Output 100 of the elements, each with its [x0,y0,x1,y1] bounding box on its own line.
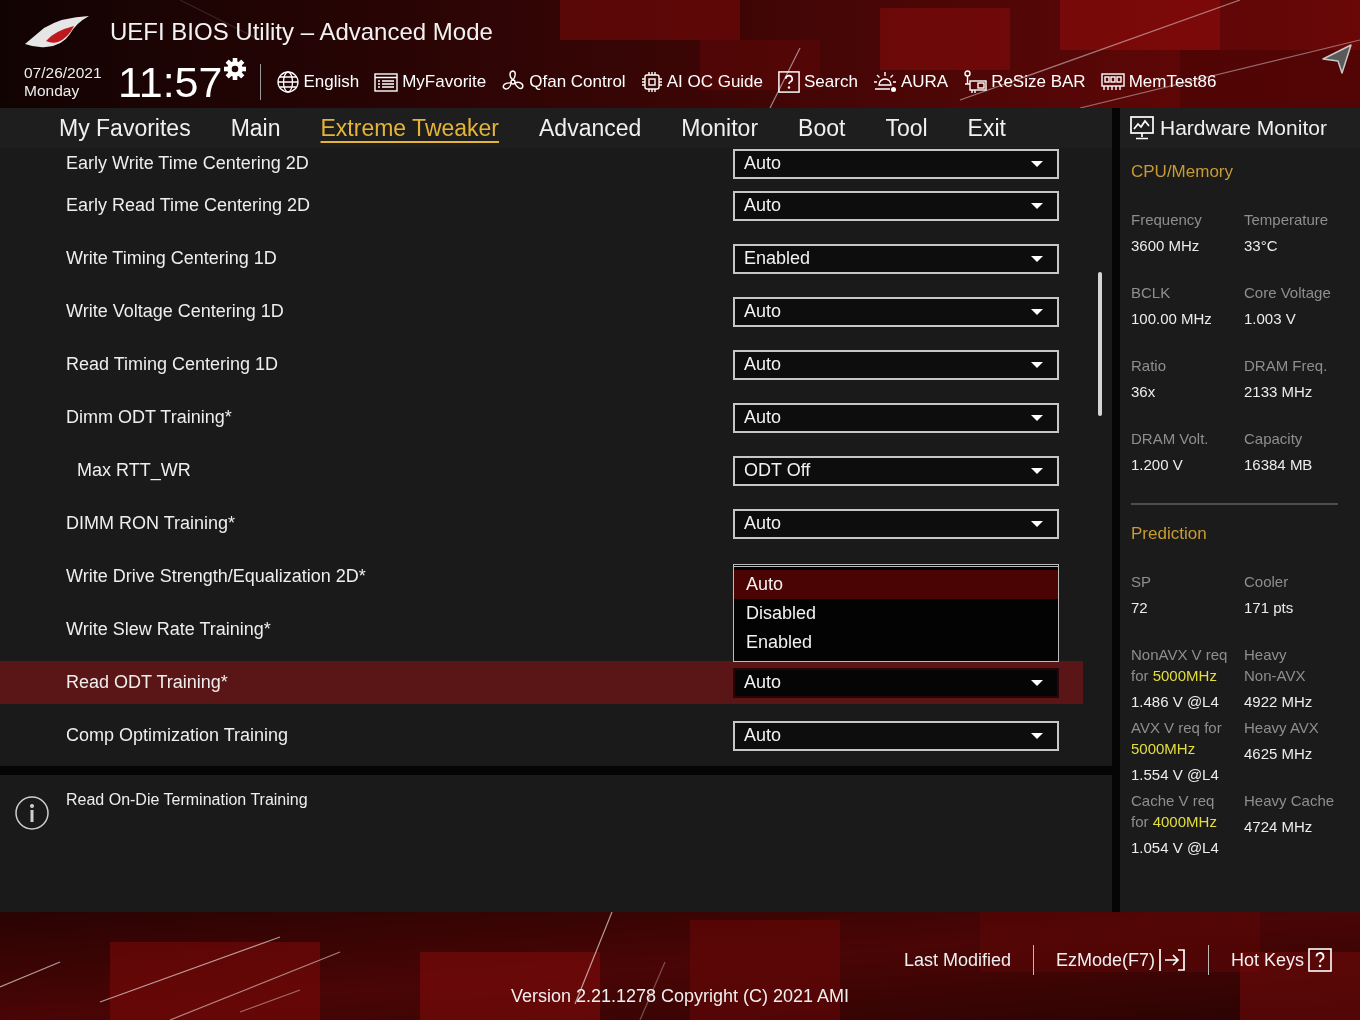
stat-label: Ratio [1131,356,1167,376]
caret-icon [1031,732,1043,739]
weekday-text: Monday [24,82,80,100]
monitor-icon [1130,116,1154,140]
setting-label[interactable]: Write Voltage Centering 1D [66,301,284,322]
setting-label[interactable]: Read Timing Centering 1D [66,354,279,375]
stat-value: 1.003 V [1244,309,1296,329]
setting-label[interactable]: Dimm ODT Training* [66,407,232,428]
tab[interactable]: Extreme Tweaker [300,108,520,148]
dropdown[interactable]: Auto [733,349,1059,380]
menu-option[interactable]: Auto [734,569,1058,599]
memory-module-icon [1100,73,1125,91]
clock-time: 11:57 [118,59,223,105]
question-mark-icon [778,71,801,93]
caret-icon [1031,467,1043,474]
question-mark-icon [1307,948,1333,972]
tab[interactable]: Advanced [519,108,662,148]
stat-label: Core Voltage [1244,283,1331,303]
menu-option[interactable]: Enabled [734,627,1058,657]
help-text: Read On-Die Termination Training [66,790,308,810]
globe-icon [277,71,300,93]
panel-title: Hardware Monitor [1160,116,1327,140]
stat-label: Heavy Cache [1244,791,1335,811]
dropdown[interactable]: ODT Off [733,455,1059,486]
setting-label[interactable]: Early Write Time Centering 2D [66,153,309,174]
dropdown[interactable]: Auto [733,148,1059,179]
stat-label: Capacity [1244,429,1303,449]
caret-icon [1031,520,1043,527]
setting-label[interactable]: Max RTT_WR [77,460,191,481]
stat-value: 3600 MHz [1131,236,1200,256]
stat-value: 72 [1131,598,1148,618]
stat-label: Frequency [1131,210,1202,230]
tab[interactable]: Exit [947,108,1026,148]
dropdown[interactable]: Auto [733,190,1059,221]
stat-label: Cooler [1244,572,1289,592]
caret-icon [1031,361,1043,368]
dropdown[interactable]: Auto [733,720,1059,751]
toolbar-button[interactable]: Qfan Control [501,70,626,94]
stat-value: 4625 MHz [1244,744,1313,764]
tab[interactable]: My Favorites [39,108,211,148]
tab[interactable]: Boot [778,108,866,148]
section-title: Prediction [1131,523,1207,545]
dropdown[interactable]: Enabled [733,243,1059,274]
tab[interactable]: Main [210,108,301,148]
cursor-icon [1322,44,1352,74]
chip-icon [640,71,663,93]
dropdown[interactable]: Auto [733,402,1059,433]
stat-value: 4922 MHz [1244,692,1313,712]
dropdown[interactable]: Auto [733,667,1059,698]
stat-value: 1.054 V @L4 [1131,838,1219,858]
toolbar-button[interactable]: English [277,71,360,93]
stat-label: Heavy AVX [1244,718,1319,738]
stat-label: Heavy Non-AVX [1244,645,1307,686]
scrollbar[interactable] [1098,272,1102,416]
tab[interactable]: Monitor [661,108,779,148]
stat-value: 100.00 MHz [1131,309,1212,329]
eye-logo-icon [24,15,90,49]
toolbar-button[interactable]: MemTest86 [1100,72,1217,92]
setting-label[interactable]: Early Read Time Centering 2D [66,195,311,216]
caret-icon [1031,414,1043,421]
settings-icon[interactable] [224,58,247,80]
caret-icon [1031,308,1043,315]
toolbar-button[interactable]: AI OC Guide [640,71,764,93]
info-icon [15,796,49,830]
dropdown[interactable]: Auto [733,508,1059,539]
stat-value: 1.200 V [1131,455,1183,475]
list-icon [374,72,399,92]
setting-label[interactable]: Comp Optimization Training [66,725,289,746]
footer-button[interactable]: Last Modified [893,945,1021,975]
toolbar-button[interactable]: AURA [872,71,949,93]
section-title: CPU/Memory [1131,161,1233,183]
setting-label[interactable]: Write Drive Strength/Equalization 2D* [66,566,366,587]
toolbar-button[interactable]: Search [778,71,858,93]
window-title: UEFI BIOS Utility – Advanced Mode [110,18,493,46]
menu-option[interactable]: Disabled [734,598,1058,628]
tab[interactable]: Tool [865,108,948,148]
footer-button[interactable]: EzMode(F7) [1045,945,1196,975]
stat-value: 36x [1131,382,1156,402]
graphics-card-icon [963,70,988,94]
toolbar-button[interactable]: MyFavorite [374,72,487,92]
setting-label[interactable]: DIMM RON Training* [66,513,236,534]
footer-button[interactable]: Hot Keys [1220,945,1343,975]
caret-icon [1031,255,1043,262]
stat-value: 16384 MB [1244,455,1313,475]
stat-label: AVX V req for 5000MHz [1131,718,1223,759]
stat-value: 4724 MHz [1244,817,1313,837]
dropdown[interactable]: Auto [733,296,1059,327]
stat-value: 33°C [1244,236,1278,256]
setting-label[interactable]: Read ODT Training* [66,672,228,693]
setting-label[interactable]: Write Timing Centering 1D [66,248,277,269]
stat-label: BCLK [1131,283,1171,303]
stat-label: Temperature [1244,210,1329,230]
caret-icon [1031,679,1043,686]
version-text: Version 2.21.1278 Copyright (C) 2021 AMI [510,986,850,1007]
stat-value: 1.554 V @L4 [1131,765,1219,785]
toolbar-button[interactable]: ReSize BAR [963,70,1086,94]
exit-icon [1157,948,1186,972]
stat-label: DRAM Volt. [1131,429,1209,449]
setting-label[interactable]: Write Slew Rate Training* [66,619,271,640]
stat-label: Cache V req for 4000MHz [1131,791,1218,832]
